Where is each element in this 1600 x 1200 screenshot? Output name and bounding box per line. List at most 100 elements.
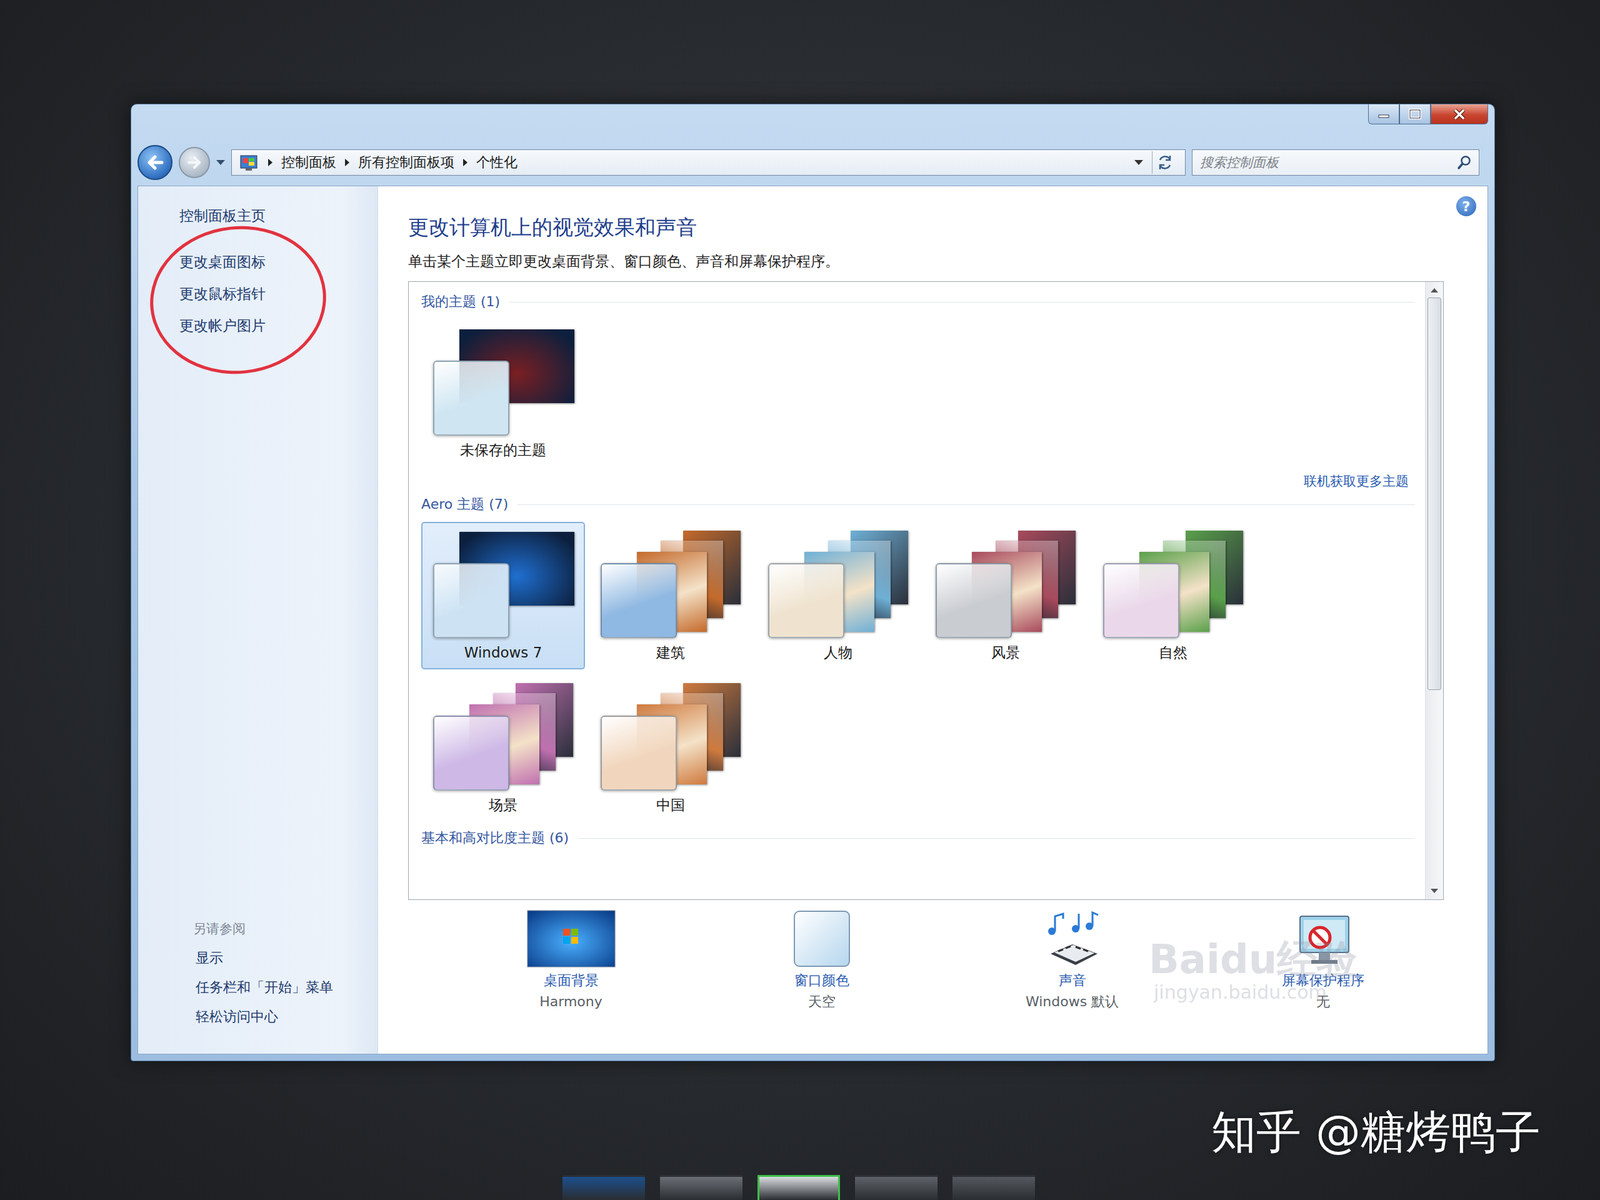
scroll-track[interactable]	[1425, 297, 1444, 884]
theme-tiles: Windows 7建筑人物风景自然场景 中国	[421, 516, 1415, 826]
window-color-swatch	[1103, 563, 1180, 639]
screensaver-icon[interactable]	[1288, 910, 1358, 968]
theme-group-header: 我的主题 (1)	[421, 289, 1415, 315]
baidu-logo: Baidu经验	[1148, 937, 1357, 982]
theme-tile[interactable]: 未保存的主题	[421, 319, 585, 467]
taskbar-thumbnail[interactable]	[660, 1175, 743, 1200]
theme-label: 场景	[488, 795, 518, 815]
scroll-down-icon[interactable]	[1430, 888, 1439, 894]
back-arrow-icon	[145, 154, 165, 171]
see-also-link[interactable]: 任务栏和「开始」菜单	[195, 978, 378, 997]
search-input[interactable]	[1198, 154, 1457, 171]
breadcrumb-separator-icon[interactable]	[463, 158, 468, 167]
online-themes-link[interactable]: 联机获取更多主题	[1303, 472, 1409, 490]
personalization-window: 控制面板 所有控制面板项 个性化控制面板主页更改桌面图标更改鼠标指针更改帐户图片另请…	[130, 103, 1495, 1062]
search-box[interactable]	[1191, 149, 1480, 176]
sidebar-home-link[interactable]: 控制面板主页	[179, 206, 378, 225]
back-button[interactable]	[137, 145, 173, 180]
theme-preview	[763, 528, 914, 641]
theme-preview	[428, 325, 579, 439]
forward-arrow-icon	[186, 155, 203, 170]
theme-group-header: Aero 主题 (7)	[421, 491, 1415, 517]
theme-group-title: 基本和高对比度主题 (6)	[421, 828, 569, 848]
theme-tile[interactable]: 人物	[756, 521, 920, 670]
theme-tile[interactable]: 建筑	[588, 521, 753, 670]
setting-link[interactable]: 窗口颜色	[794, 971, 850, 990]
theme-preview	[428, 528, 579, 641]
close-button[interactable]	[1430, 104, 1489, 125]
theme-tile[interactable]: 场景	[421, 674, 585, 822]
control-panel-icon	[239, 153, 260, 172]
breadcrumb-separator-icon[interactable]	[345, 158, 350, 167]
sidebar-link[interactable]: 更改鼠标指针	[179, 284, 378, 304]
close-icon	[1451, 108, 1467, 121]
taskbar-thumbnail[interactable]	[855, 1175, 938, 1200]
setting-value: Harmony	[539, 992, 603, 1012]
minimize-button[interactable]	[1368, 104, 1400, 125]
group-divider	[508, 301, 1415, 303]
theme-group-header: 基本和高对比度主题 (6)	[421, 825, 1415, 851]
sidebar: 控制面板主页更改桌面图标更改鼠标指针更改帐户图片另请参阅显示任务栏和「开始」菜单…	[138, 186, 379, 1054]
breadcrumb[interactable]: 控制面板	[281, 153, 337, 172]
group-divider	[516, 504, 1415, 505]
help-button[interactable]: ?	[1456, 196, 1477, 217]
breadcrumb-separator-icon[interactable]	[268, 158, 273, 167]
sound-icon[interactable]	[1038, 910, 1107, 968]
see-also-title: 另请参阅	[193, 919, 378, 939]
page-heading: 更改计算机上的视觉效果和声音	[408, 213, 1444, 242]
baidu-watermark: Baidu经验jingyan.baidu.com	[1148, 937, 1357, 1004]
refresh-icon	[1156, 154, 1174, 171]
theme-tile[interactable]: 中国	[588, 674, 753, 822]
online-link-row: 联机获取更多主题	[421, 470, 1415, 492]
sidebar-tasks: 控制面板主页更改桌面图标更改鼠标指针更改帐户图片	[138, 206, 378, 349]
window-body: 控制面板主页更改桌面图标更改鼠标指针更改帐户图片另请参阅显示任务栏和「开始」菜单…	[137, 185, 1489, 1055]
title-bar	[137, 104, 1489, 142]
window-color-swatch	[600, 563, 677, 639]
window-color-icon[interactable]	[793, 910, 851, 968]
taskbar-thumbnail[interactable]	[952, 1175, 1035, 1200]
setting-item[interactable]: 桌面背景 Harmony	[445, 907, 697, 1012]
sidebar-link[interactable]: 更改桌面图标	[179, 252, 378, 272]
setting-value: 天空	[808, 992, 836, 1012]
sidebar-link[interactable]: 更改帐户图片	[179, 316, 378, 335]
see-also-link[interactable]: 轻松访问中心	[195, 1007, 378, 1027]
setting-link[interactable]: 桌面背景	[543, 971, 599, 990]
taskbar-thumbnail[interactable]	[562, 1175, 645, 1200]
wallpaper-icon[interactable]	[526, 910, 616, 968]
setting-link[interactable]: 屏幕保护程序	[1281, 971, 1365, 990]
address-bar[interactable]: 控制面板 所有控制面板项 个性化	[231, 149, 1186, 176]
theme-preview	[428, 680, 579, 794]
see-also-link[interactable]: 显示	[195, 948, 378, 968]
scrollbar[interactable]	[1425, 281, 1444, 900]
theme-group-title: 我的主题 (1)	[421, 292, 500, 312]
scroll-thumb[interactable]	[1427, 297, 1442, 690]
annotation-circle	[142, 217, 334, 383]
taskbar-thumbnail[interactable]	[757, 1175, 840, 1200]
theme-tile[interactable]: Windows 7	[421, 521, 585, 670]
scroll-up-icon[interactable]	[1430, 288, 1439, 293]
refresh-button[interactable]	[1151, 151, 1178, 174]
search-icon	[1456, 154, 1473, 171]
breadcrumb[interactable]: 所有控制面板项	[358, 153, 455, 172]
theme-box: 我的主题 (1)未保存的主题联机获取更多主题Aero 主题 (7)Windows…	[408, 281, 1444, 900]
see-also: 另请参阅显示任务栏和「开始」菜单轻松访问中心	[138, 919, 378, 1027]
address-dropdown-icon[interactable]	[1134, 160, 1144, 165]
forward-button[interactable]	[178, 146, 210, 179]
maximize-button[interactable]	[1399, 104, 1431, 125]
setting-item[interactable]: 声音Windows 默认	[946, 907, 1198, 1012]
theme-tile[interactable]: 自然	[1091, 521, 1255, 670]
setting-link[interactable]: 声音	[1058, 971, 1087, 990]
theme-preview	[930, 528, 1081, 641]
window-color-swatch	[433, 715, 510, 791]
setting-item[interactable]: 窗口颜色天空	[696, 907, 947, 1012]
theme-preview	[1098, 528, 1249, 641]
history-dropdown-icon[interactable]	[216, 160, 225, 165]
group-divider	[577, 838, 1415, 839]
setting-item[interactable]: 屏幕保护程序无	[1197, 907, 1449, 1012]
theme-preview	[595, 680, 746, 794]
window-color-swatch	[433, 360, 510, 436]
breadcrumb[interactable]: 个性化	[476, 153, 518, 172]
photo-screen: 控制面板 所有控制面板项 个性化控制面板主页更改桌面图标更改鼠标指针更改帐户图片另请…	[0, 0, 1600, 1200]
theme-tile[interactable]: 风景	[923, 521, 1088, 670]
window-color-swatch	[768, 563, 845, 639]
